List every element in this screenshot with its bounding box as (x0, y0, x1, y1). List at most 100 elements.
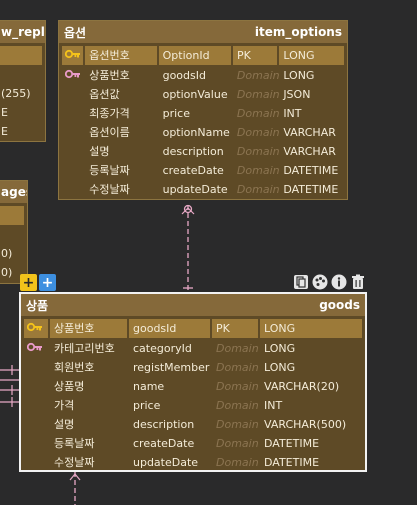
column-domain[interactable]: Domain (212, 377, 260, 396)
column-domain[interactable]: Domain (212, 396, 260, 415)
column-data-type[interactable]: INT (260, 396, 362, 415)
palette-icon[interactable] (311, 273, 329, 291)
column-physical-name[interactable]: createDate (159, 161, 233, 180)
column-row[interactable]: 등록날짜 createDate Domain DATETIME (62, 161, 344, 180)
column-physical-name[interactable]: createDate (129, 434, 212, 453)
primary-key-row[interactable]: 상품번호 goodsId PK LONG (24, 319, 362, 338)
partial-entity-reply[interactable]: w_reply (255) E E (0, 20, 46, 142)
column-row[interactable]: 회원번호 registMember Domain LONG (24, 358, 362, 377)
column-physical-name[interactable]: goodsId (159, 66, 233, 85)
column-domain[interactable]: Domain (233, 85, 279, 104)
column-data-type[interactable]: DATETIME (260, 434, 362, 453)
column-data-type[interactable]: VARCHAR (279, 123, 344, 142)
column-data-type[interactable]: VARCHAR (279, 142, 344, 161)
column-row[interactable]: 상품명 name Domain VARCHAR(20) (24, 377, 362, 396)
entity-physical-name[interactable]: item_options (255, 25, 342, 39)
column-physical-name[interactable]: updateDate (129, 453, 212, 472)
column-logical-name[interactable]: 상품번호 (85, 66, 158, 85)
column-physical-name[interactable]: optionName (159, 123, 233, 142)
column-logical-name[interactable]: 설명 (85, 142, 158, 161)
column-data-type[interactable]: VARCHAR(20) (260, 377, 362, 396)
column-physical-name[interactable]: registMember (129, 358, 212, 377)
column-domain[interactable]: Domain (212, 415, 260, 434)
column-logical-name[interactable]: 카테고리번호 (50, 339, 129, 358)
entity-header[interactable]: 옵션 item_options (59, 21, 347, 43)
column-physical-name[interactable]: optionValue (159, 85, 233, 104)
column-logical-name[interactable]: 최종가격 (85, 104, 158, 123)
column-row[interactable]: 가격 price Domain INT (24, 396, 362, 415)
column-row[interactable]: 수정날짜 updateDate Domain DATETIME (24, 453, 362, 472)
column-data-type[interactable]: LONG (279, 46, 344, 65)
column-logical-name[interactable]: 등록날짜 (85, 161, 158, 180)
column-row[interactable]: 수정날짜 updateDate Domain DATETIME (62, 180, 344, 199)
column-logical-name[interactable]: 옵션번호 (85, 46, 159, 65)
column-data-type[interactable]: LONG (260, 358, 362, 377)
column-row[interactable]: 등록날짜 createDate Domain DATETIME (24, 434, 362, 453)
column-physical-name[interactable]: OptionId (159, 46, 233, 65)
info-icon[interactable] (330, 273, 348, 291)
column-data-type[interactable]: LONG (279, 66, 344, 85)
column-domain[interactable]: Domain (212, 339, 260, 358)
column-physical-name[interactable]: goodsId (129, 319, 212, 338)
column-logical-name[interactable]: 상품번호 (50, 319, 129, 338)
column-row[interactable]: 옵션값 optionValue Domain JSON (62, 85, 344, 104)
column-logical-name[interactable]: 회원번호 (50, 358, 129, 377)
column-domain[interactable]: Domain (233, 66, 279, 85)
entity-goods[interactable]: 상품 goods 상품번호 goodsId PK LONG 카테고리번호 category… (19, 292, 367, 472)
add-column-button[interactable]: + (39, 274, 56, 291)
column-physical-name[interactable]: price (159, 104, 233, 123)
column-physical-name[interactable]: name (129, 377, 212, 396)
column-row[interactable]: 설명 description Domain VARCHAR (62, 142, 344, 161)
partial-entity-images[interactable]: ages 0) 0) (0, 180, 28, 284)
column-data-type[interactable]: DATETIME (260, 453, 362, 472)
column-domain[interactable]: PK (233, 46, 280, 65)
column-data-type[interactable]: DATETIME (279, 161, 344, 180)
column-physical-name[interactable]: price (129, 396, 212, 415)
column-domain[interactable]: Domain (212, 358, 260, 377)
column-row[interactable]: 카테고리번호 categoryId Domain LONG (24, 339, 362, 358)
column-data-type[interactable]: LONG (260, 319, 362, 338)
column-domain[interactable]: Domain (233, 161, 279, 180)
column-physical-name[interactable]: updateDate (159, 180, 233, 199)
column-logical-name[interactable]: 상품명 (50, 377, 129, 396)
column-domain[interactable]: Domain (233, 104, 279, 123)
column-domain[interactable]: PK (212, 319, 260, 338)
column-row[interactable]: 설명 description Domain VARCHAR(500) (24, 415, 362, 434)
column-data-type[interactable]: INT (279, 104, 344, 123)
column-logical-name[interactable]: 수정날짜 (50, 453, 129, 472)
entity-item-options[interactable]: 옵션 item_options 옵션번호 OptionId PK LONG 상품번호 go… (58, 20, 348, 200)
column-logical-name[interactable]: 옵션이름 (85, 123, 158, 142)
column-row[interactable]: 상품번호 goodsId Domain LONG (62, 66, 344, 85)
column-data-type[interactable]: LONG (260, 339, 362, 358)
entity-physical-name[interactable]: goods (319, 298, 360, 312)
column-logical-name[interactable]: 옵션값 (85, 85, 158, 104)
entity-header[interactable]: ages (0, 181, 27, 203)
column-domain[interactable]: Domain (212, 453, 260, 472)
column-physical-name[interactable]: categoryId (129, 339, 212, 358)
column-domain[interactable]: Domain (233, 123, 279, 142)
trash-icon[interactable] (349, 273, 367, 291)
column-logical-name[interactable]: 수정날짜 (85, 180, 158, 199)
column-header-row (0, 206, 24, 225)
copy-icon[interactable] (292, 273, 310, 291)
column-logical-name[interactable]: 등록날짜 (50, 434, 129, 453)
entity-logical-name[interactable]: 옵션 (64, 24, 86, 41)
primary-key-row[interactable]: 옵션번호 OptionId PK LONG (62, 46, 344, 65)
column-row[interactable]: 최종가격 price Domain INT (62, 104, 344, 123)
column-physical-name[interactable]: description (129, 415, 212, 434)
relationship-optional-marker (183, 204, 193, 214)
entity-header[interactable]: w_reply (0, 21, 45, 43)
entity-header[interactable]: 상품 goods (21, 294, 365, 316)
column-data-type[interactable]: JSON (279, 85, 344, 104)
column-domain[interactable]: Domain (212, 434, 260, 453)
column-data-type[interactable]: VARCHAR(500) (260, 415, 362, 434)
column-domain[interactable]: Domain (233, 142, 279, 161)
column-logical-name[interactable]: 가격 (50, 396, 129, 415)
column-logical-name[interactable]: 설명 (50, 415, 129, 434)
entity-logical-name[interactable]: 상품 (26, 297, 48, 314)
add-pk-column-button[interactable]: + (20, 274, 37, 291)
column-physical-name[interactable]: description (159, 142, 233, 161)
column-data-type[interactable]: DATETIME (279, 180, 344, 199)
column-domain[interactable]: Domain (233, 180, 279, 199)
column-row[interactable]: 옵션이름 optionName Domain VARCHAR (62, 123, 344, 142)
